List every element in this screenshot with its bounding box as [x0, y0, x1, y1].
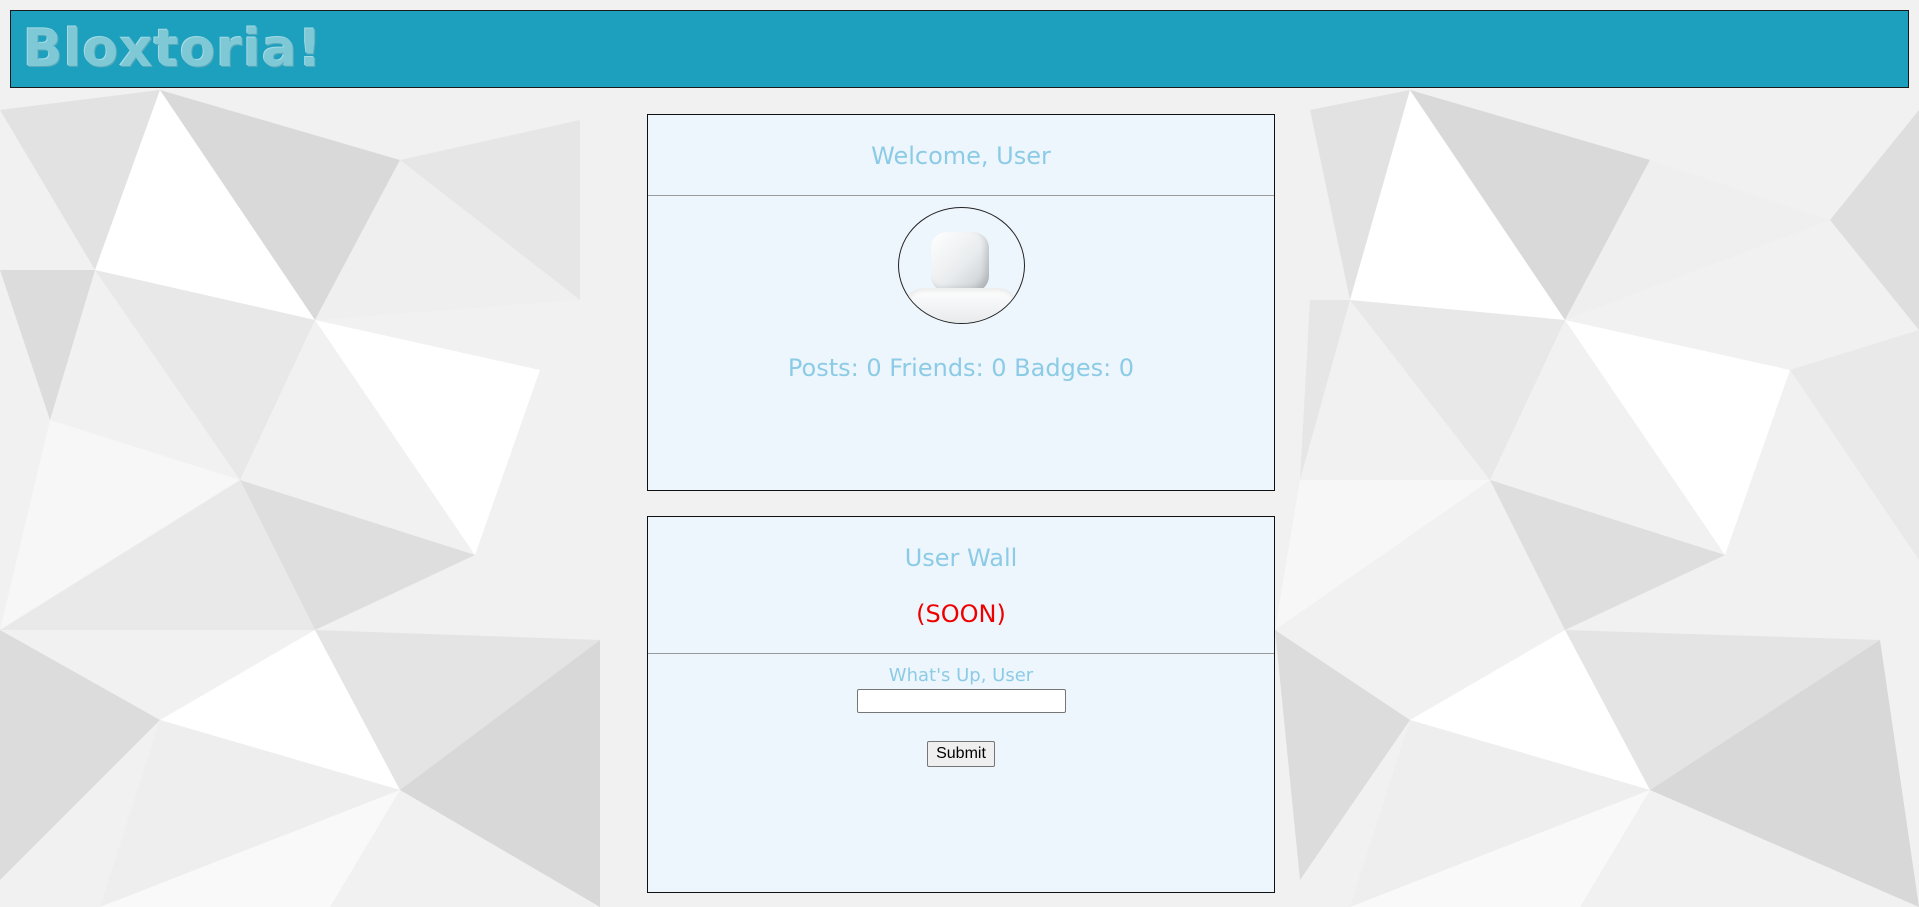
user-wall-panel: User Wall (SOON) What's Up, User Submit [647, 516, 1275, 893]
post-input[interactable] [856, 689, 1066, 713]
header-bar: Bloxtoria! [10, 10, 1909, 88]
submit-button[interactable]: Submit [927, 741, 995, 767]
post-prompt-label: What's Up, User [888, 665, 1034, 686]
wall-header: User Wall (SOON) [648, 517, 1274, 654]
avatar[interactable] [897, 207, 1025, 324]
user-stats: Posts: 0 Friends: 0 Badges: 0 [787, 354, 1135, 382]
post-form: What's Up, User Submit [648, 666, 1274, 767]
avatar-head [930, 232, 989, 292]
profile-panel: Welcome, User Posts: 0 Friends: 0 Badges… [647, 114, 1275, 491]
soon-label: (SOON) [916, 600, 1006, 628]
avatar-body [904, 288, 1017, 323]
welcome-heading: Welcome, User [648, 115, 1274, 196]
wall-title: User Wall [904, 544, 1018, 572]
site-logo[interactable]: Bloxtoria! [23, 17, 323, 81]
